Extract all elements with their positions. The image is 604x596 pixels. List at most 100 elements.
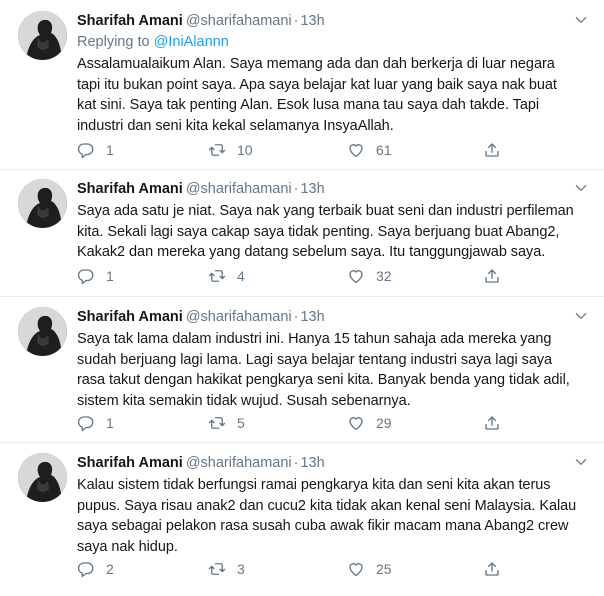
tweet-text-line: Kalau sistem tidak berfungsi ramai pengk… xyxy=(77,477,551,493)
display-name[interactable]: Sharifah Amani xyxy=(77,13,183,29)
timestamp[interactable]: 13h xyxy=(300,13,324,29)
display-name[interactable]: Sharifah Amani xyxy=(77,309,183,325)
tweet-text: Saya tak lama dalam industri ini. Hanya … xyxy=(77,329,594,411)
avatar[interactable] xyxy=(18,11,67,60)
reply-icon xyxy=(77,414,95,432)
timestamp[interactable]: 13h xyxy=(300,309,324,325)
like-icon xyxy=(347,141,365,159)
tweet-actions: 1 5 29 xyxy=(77,413,507,433)
like-button[interactable]: 25 xyxy=(347,559,392,579)
timestamp[interactable]: 13h xyxy=(300,455,324,471)
retweet-button[interactable]: 10 xyxy=(208,140,253,160)
tweet-3[interactable]: Sharifah Amani @sharifahamani · 13h Saya ta… xyxy=(0,297,604,443)
separator-dot: · xyxy=(293,181,299,197)
tweet-text-line: saya sebagai pelakon rasa susah cuba awa… xyxy=(77,518,569,534)
like-icon xyxy=(347,560,365,578)
tweet-text-line: pupus. Saya risau anak2 dan cucu2 kita t… xyxy=(77,497,577,514)
timestamp[interactable]: 13h xyxy=(300,181,324,197)
avatar-image xyxy=(18,11,67,60)
tweet-thread: Sharifah Amani @sharifahamani · 13h Replyin… xyxy=(0,0,604,596)
user-handle[interactable]: @sharifahamani xyxy=(186,455,292,471)
share-icon xyxy=(483,560,501,578)
tweet-text-line: Kakak2 dan mereka yang datang sebelum sa… xyxy=(77,244,546,260)
tweet-actions: 1 10 61 xyxy=(77,140,507,160)
like-icon xyxy=(347,414,365,432)
tweet-text: Kalau sistem tidak berfungsi ramai pengk… xyxy=(77,475,594,557)
reply-button[interactable]: 1 xyxy=(77,140,114,160)
retweet-icon xyxy=(208,141,226,159)
retweet-count: 5 xyxy=(237,415,245,431)
user-handle[interactable]: @sharifahamani xyxy=(186,309,292,325)
retweet-count: 3 xyxy=(237,561,245,577)
tweet-2[interactable]: Sharifah Amani @sharifahamani · 13h Saya ad… xyxy=(0,170,604,297)
like-count: 25 xyxy=(376,561,392,577)
tweet-text-line: tapi itu bukan point saya. Apa saya bela… xyxy=(77,76,557,93)
reply-button[interactable]: 2 xyxy=(77,559,114,579)
tweet-text-line: sistem kita semakin tidak wujud. Susah s… xyxy=(77,392,411,409)
tweet-4[interactable]: Sharifah Amani @sharifahamani · 13h Kalau s… xyxy=(0,443,604,596)
reply-button[interactable]: 1 xyxy=(77,413,114,433)
tweet-text-line: industri dan seni kita kekal selamanya I… xyxy=(77,117,394,134)
avatar[interactable] xyxy=(18,307,67,356)
chevron-down-icon[interactable] xyxy=(574,181,588,195)
tweet-header: Sharifah Amani @sharifahamani · 13h xyxy=(77,307,594,327)
separator-dot: · xyxy=(293,455,299,471)
share-icon xyxy=(483,267,501,285)
user-handle[interactable]: @sharifahamani xyxy=(186,181,292,197)
user-handle[interactable]: @sharifahamani xyxy=(186,13,292,29)
separator-dot: · xyxy=(293,309,299,325)
like-button[interactable]: 32 xyxy=(347,266,392,286)
avatar-image xyxy=(18,453,67,502)
tweet-1[interactable]: Sharifah Amani @sharifahamani · 13h Replyin… xyxy=(0,0,604,170)
retweet-icon xyxy=(208,414,226,432)
retweet-count: 4 xyxy=(237,268,245,284)
display-name[interactable]: Sharifah Amani xyxy=(77,455,183,471)
avatar-image xyxy=(18,179,67,228)
share-icon xyxy=(483,414,501,432)
share-icon xyxy=(483,141,501,159)
avatar[interactable] xyxy=(18,453,67,502)
retweet-button[interactable]: 5 xyxy=(208,413,245,433)
chevron-down-icon[interactable] xyxy=(574,13,588,27)
like-button[interactable]: 29 xyxy=(347,413,392,433)
tweet-text: Assalamualaikum Alan. Saya memang ada da… xyxy=(77,54,594,136)
tweet-text-line: Saya tak lama dalam industri ini. Hanya … xyxy=(77,331,552,347)
reply-icon xyxy=(77,267,95,285)
retweet-button[interactable]: 4 xyxy=(208,266,245,286)
tweet-text-line: Assalamualaikum Alan. Saya memang ada da… xyxy=(77,56,555,72)
retweet-button[interactable]: 3 xyxy=(208,559,245,579)
tweet-text-line: saya nak hidup. xyxy=(77,538,178,555)
share-button[interactable] xyxy=(483,266,501,286)
separator-dot: · xyxy=(293,13,299,29)
chevron-down-icon[interactable] xyxy=(574,455,588,469)
mention-link[interactable]: @IniAlannn xyxy=(154,34,229,50)
chevron-down-icon[interactable] xyxy=(574,309,588,323)
share-button[interactable] xyxy=(483,559,501,579)
avatar[interactable] xyxy=(18,179,67,228)
tweet-text-line: kita. Sekali lagi saya cakap saya tidak … xyxy=(77,223,560,240)
retweet-count: 10 xyxy=(237,142,253,158)
reply-count: 1 xyxy=(106,415,114,431)
like-icon xyxy=(347,267,365,285)
tweet-text-line: Saya ada satu je niat. Saya nak yang ter… xyxy=(77,203,574,219)
reply-icon xyxy=(77,141,95,159)
like-count: 32 xyxy=(376,268,392,284)
tweet-text: Saya ada satu je niat. Saya nak yang ter… xyxy=(77,201,594,263)
share-button[interactable] xyxy=(483,413,501,433)
like-count: 29 xyxy=(376,415,392,431)
reply-count: 2 xyxy=(106,561,114,577)
like-button[interactable]: 61 xyxy=(347,140,392,160)
avatar-image xyxy=(18,307,67,356)
display-name[interactable]: Sharifah Amani xyxy=(77,181,183,197)
tweet-header: Sharifah Amani @sharifahamani · 13h xyxy=(77,11,594,31)
reply-button[interactable]: 1 xyxy=(77,266,114,286)
tweet-text-line: sudah berjuang lagi lama. Lagi saya bela… xyxy=(77,351,553,368)
tweet-text-line: rasa takut dengan hakikat pengkarya seni… xyxy=(77,372,570,388)
reply-count: 1 xyxy=(106,142,114,158)
replying-prefix: Replying to xyxy=(77,34,154,50)
retweet-icon xyxy=(208,560,226,578)
tweet-text-line: kat sini. Saya tak penting Alan. Esok lu… xyxy=(77,97,540,113)
tweet-header: Sharifah Amani @sharifahamani · 13h xyxy=(77,453,594,473)
share-button[interactable] xyxy=(483,140,501,160)
tweet-actions: 2 3 25 xyxy=(77,559,507,579)
